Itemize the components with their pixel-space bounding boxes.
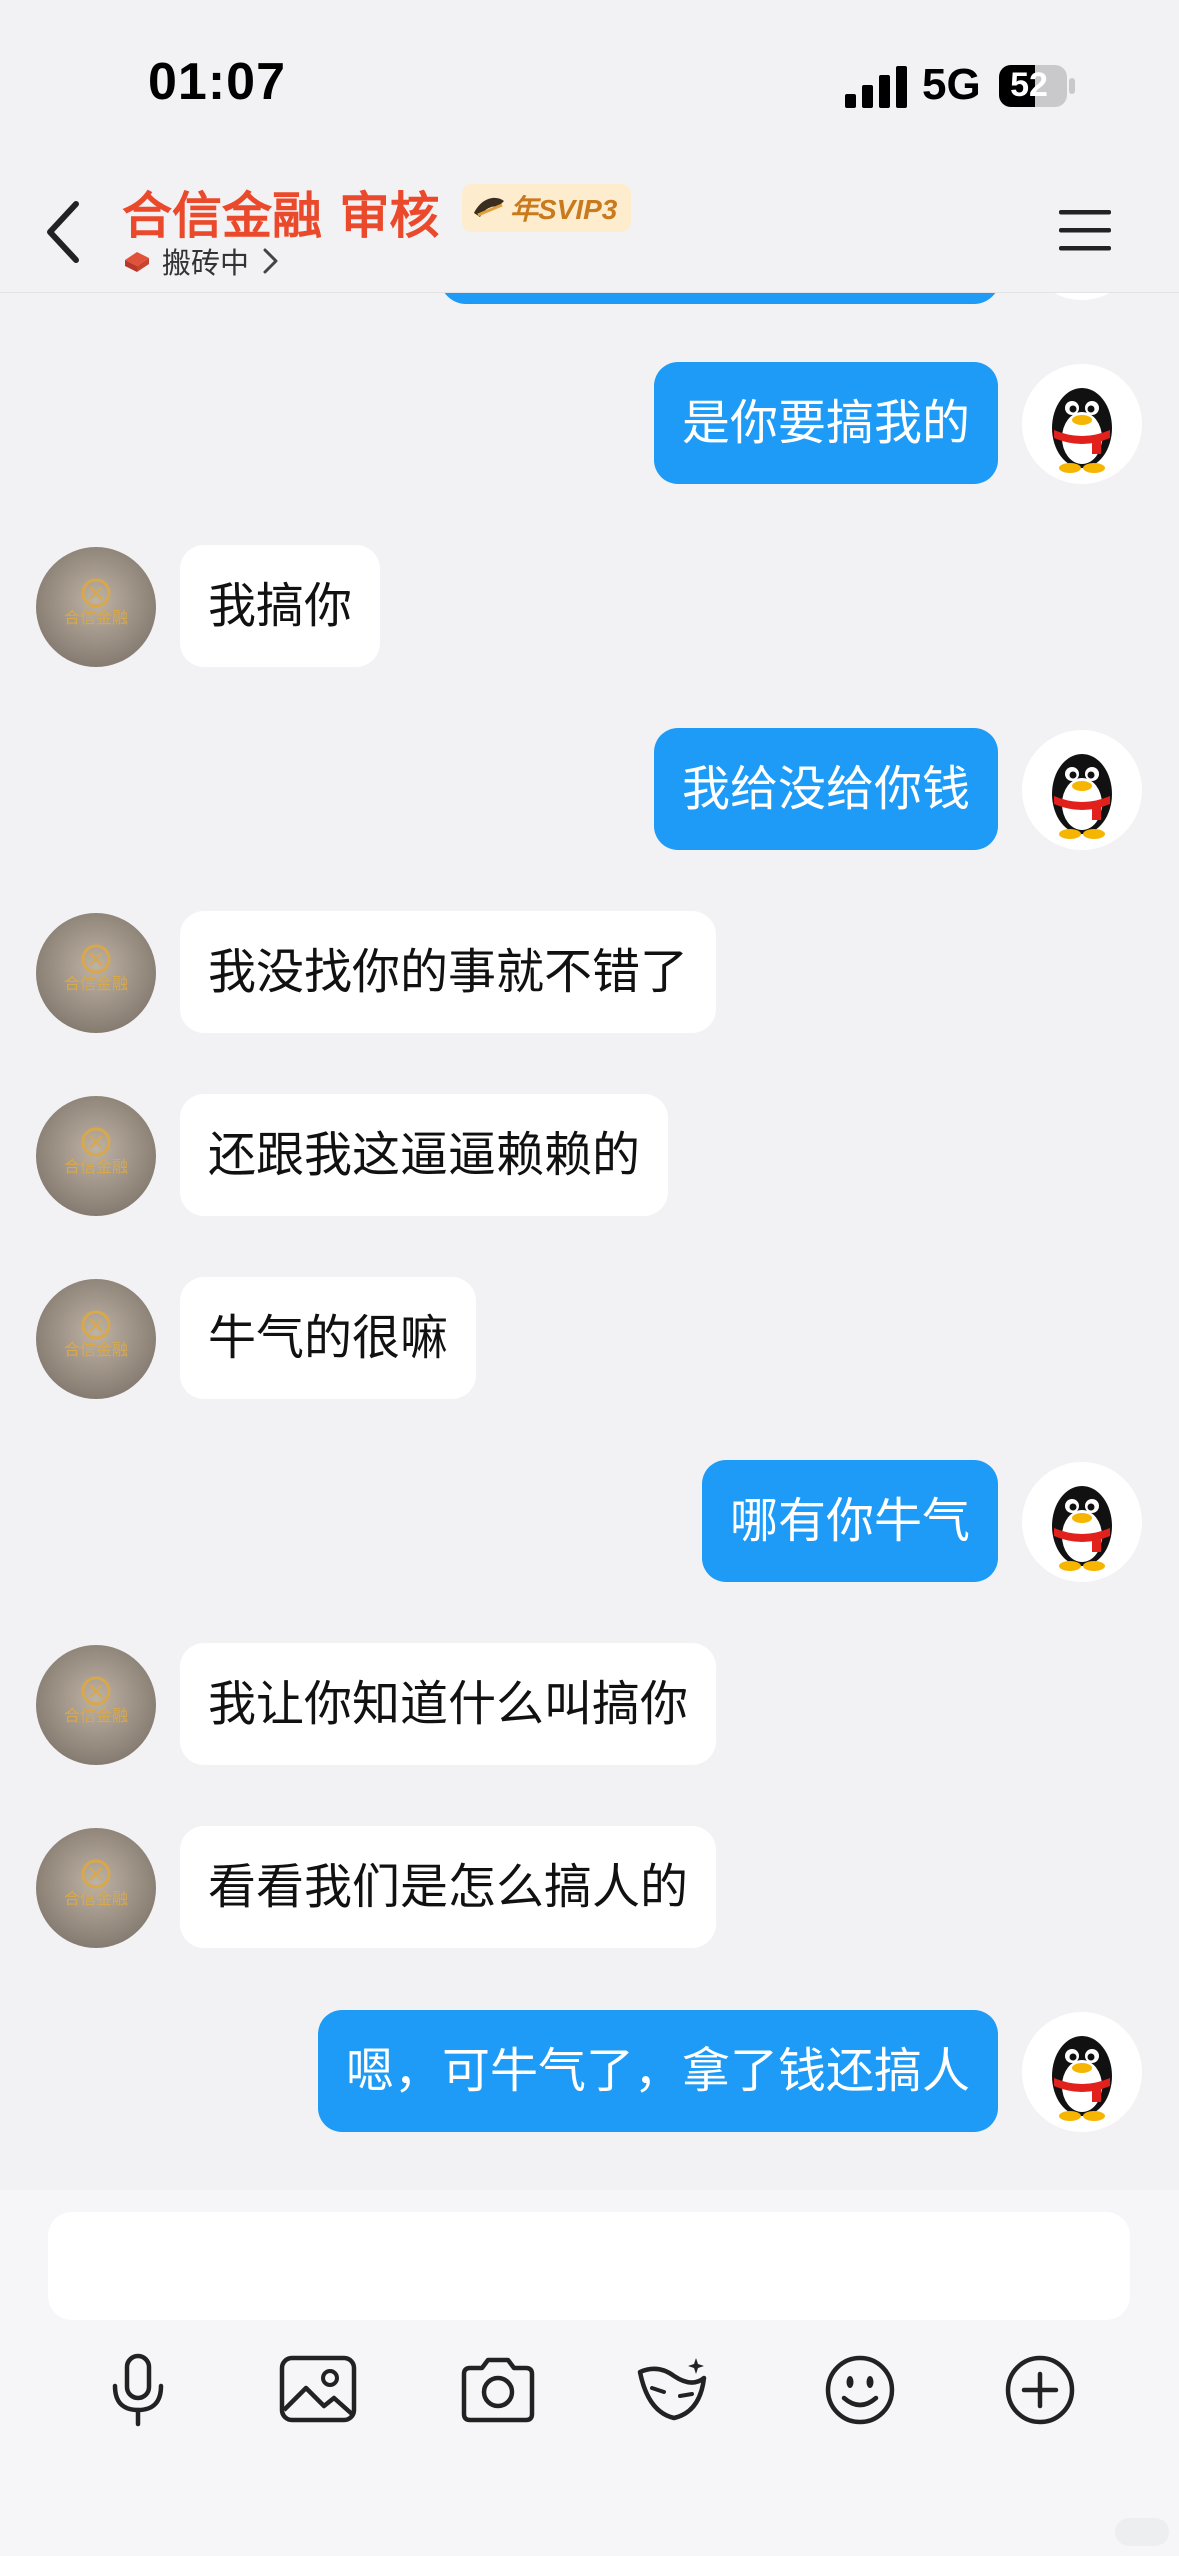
red-packet-button[interactable]	[626, 2342, 722, 2438]
network-type: 5G	[922, 60, 981, 109]
svip-badge[interactable]: 年SVIP3	[462, 184, 632, 232]
message-row-outgoing: 我给没给你钱	[0, 728, 1179, 852]
company-logo-icon: 合信金融	[64, 1310, 128, 1359]
penguin-icon	[1052, 388, 1112, 473]
home-indicator	[1115, 2518, 1169, 2546]
message-bubble-incoming[interactable]: 我让你知道什么叫搞你	[180, 1643, 717, 1765]
message-row-incoming: 合信金融 看看我们是怎么搞人的	[0, 1826, 1179, 1950]
voice-button[interactable]	[90, 2342, 186, 2438]
message-row-incoming: 合信金融 还跟我这逼逼赖赖的	[0, 1094, 1179, 1218]
company-logo-icon: 合信金融	[64, 578, 128, 627]
more-button[interactable]	[992, 2342, 1088, 2438]
message-bubble-incoming[interactable]: 还跟我这逼逼赖赖的	[180, 1094, 669, 1216]
svg-text:合信金融: 合信金融	[64, 608, 128, 627]
contact-avatar[interactable]: 合信金融	[36, 1096, 156, 1216]
camera-icon	[461, 2357, 535, 2423]
company-logo-icon: 合信金融	[64, 1676, 128, 1725]
message-bubble-outgoing[interactable]: 是你要搞我的	[653, 362, 998, 484]
chevron-right-icon	[263, 248, 278, 274]
camera-button[interactable]	[450, 2342, 546, 2438]
status-line[interactable]: 搬砖中	[122, 240, 281, 282]
battery-level: 52	[1010, 66, 1048, 104]
status-bar: 01:07 5G 52	[0, 0, 1179, 170]
contact-avatar[interactable]: 合信金融	[36, 1828, 156, 1948]
penguin-icon	[1052, 2036, 1112, 2121]
svg-text:合信金融: 合信金融	[64, 1706, 128, 1725]
input-area	[0, 2190, 1179, 2556]
penguin-icon	[1052, 754, 1112, 839]
svip-label: 年SVIP3	[510, 194, 618, 225]
my-avatar[interactable]	[1022, 730, 1142, 850]
chat-title[interactable]: 合信金融 审核	[122, 176, 439, 248]
company-logo-icon: 合信金融	[64, 1127, 128, 1176]
message-row-incoming: 合信金融 我搞你	[0, 545, 1179, 669]
svg-text:合信金融: 合信金融	[64, 1157, 128, 1176]
status-text: 搬砖中	[162, 246, 250, 280]
contact-avatar[interactable]: 合信金融	[36, 1645, 156, 1765]
my-avatar[interactable]	[1022, 2012, 1142, 2132]
svg-text:合信金融: 合信金融	[64, 1889, 128, 1908]
message-bubble-outgoing[interactable]: 嗯，可牛气了，拿了钱还搞人	[317, 2010, 998, 2132]
menu-icon[interactable]	[1056, 202, 1114, 258]
chat-header: 合信金融 审核 年SVIP3 搬砖中	[0, 170, 1179, 293]
message-bubble-outgoing[interactable]: 哪有你牛气	[701, 1460, 998, 1582]
contact-avatar[interactable]: 合信金融	[36, 913, 156, 1033]
contact-avatar[interactable]: 合信金融	[36, 547, 156, 667]
brick-icon	[125, 252, 149, 272]
message-row-outgoing: 是你要搞我的	[0, 362, 1179, 486]
back-icon[interactable]	[36, 194, 96, 270]
message-input[interactable]	[48, 2212, 1130, 2320]
message-row-outgoing: 哪有你牛气	[0, 1460, 1179, 1584]
message-bubble-incoming[interactable]: 我搞你	[180, 545, 381, 667]
red-packet-icon	[637, 2358, 707, 2421]
image-icon	[279, 2355, 357, 2423]
message-row-incoming: 合信金融 牛气的很嘛	[0, 1277, 1179, 1401]
message-row-outgoing: 嗯，可牛气了，拿了钱还搞人	[0, 2010, 1179, 2134]
emoji-button[interactable]	[812, 2342, 908, 2438]
message-row-incoming: 合信金融 我让你知道什么叫搞你	[0, 1643, 1179, 1767]
emoji-icon	[825, 2355, 895, 2425]
status-time: 01:07	[148, 53, 286, 111]
microphone-icon	[112, 2353, 164, 2427]
hat-icon	[474, 197, 504, 217]
message-bubble-outgoing[interactable]: 我给没给你钱	[653, 728, 998, 850]
company-logo-icon: 合信金融	[64, 1859, 128, 1908]
album-button[interactable]	[270, 2342, 366, 2438]
signal-icon	[845, 66, 907, 108]
plus-icon	[1005, 2355, 1075, 2425]
my-avatar[interactable]	[1022, 364, 1142, 484]
penguin-icon	[1052, 1486, 1112, 1571]
message-bubble-incoming[interactable]: 看看我们是怎么搞人的	[180, 1826, 717, 1948]
contact-avatar[interactable]: 合信金融	[36, 1279, 156, 1399]
message-bubble-incoming[interactable]: 牛气的很嘛	[180, 1277, 477, 1399]
message-row-incoming: 合信金融 我没找你的事就不错了	[0, 911, 1179, 1035]
message-bubble-incoming[interactable]: 我没找你的事就不错了	[180, 911, 717, 1033]
company-logo-icon: 合信金融	[64, 944, 128, 993]
my-avatar[interactable]	[1022, 1462, 1142, 1582]
svg-text:合信金融: 合信金融	[64, 1340, 128, 1359]
svg-text:合信金融: 合信金融	[64, 974, 128, 993]
